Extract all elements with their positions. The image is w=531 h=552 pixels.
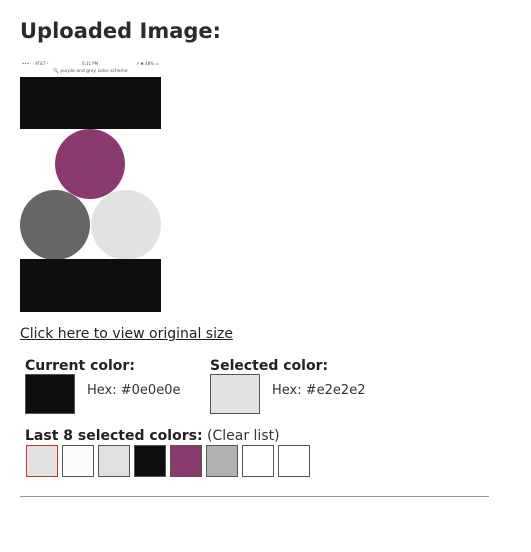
history-swatch[interactable] — [62, 445, 94, 477]
current-hex-value: #0e0e0e — [120, 383, 181, 398]
current-hex: Hex: #0e0e0e — [87, 383, 180, 398]
view-original-size-link[interactable]: Click here to view original size — [20, 326, 233, 342]
selected-hex-label: Hex: — [272, 383, 302, 398]
history-swatch[interactable] — [242, 445, 274, 477]
clear-list-link[interactable]: (Clear list) — [207, 428, 280, 444]
purple-circle — [55, 129, 125, 199]
dark-grey-circle — [20, 190, 90, 260]
current-color-swatch — [25, 374, 75, 414]
last-selected-label: Last 8 selected colors: — [25, 428, 203, 444]
page-heading: Uploaded Image: — [20, 19, 222, 43]
last-selected-row: Last 8 selected colors: (Clear list) — [25, 428, 280, 444]
current-color-label: Current color: — [25, 358, 135, 374]
selected-hex: Hex: #e2e2e2 — [272, 383, 365, 398]
selected-color-label: Selected color: — [210, 358, 329, 374]
selected-color-swatch — [210, 374, 260, 414]
history-swatch[interactable] — [206, 445, 238, 477]
image-top-band — [20, 77, 161, 129]
image-search-text: 🔍 purple and grey color scheme — [53, 69, 128, 74]
image-bottom-band — [20, 259, 161, 312]
history-swatch[interactable] — [170, 445, 202, 477]
light-grey-circle — [91, 190, 161, 260]
history-swatch[interactable] — [98, 445, 130, 477]
selected-hex-value: #e2e2e2 — [305, 383, 366, 398]
uploaded-image[interactable]: •••◦◦ AT&T ᵖ 6:31 PM ↗ ✱ 48% ▭ 🔍 purple … — [20, 61, 161, 312]
current-hex-label: Hex: — [87, 383, 117, 398]
history-swatch[interactable] — [26, 445, 58, 477]
divider — [20, 496, 489, 497]
history-swatch[interactable] — [134, 445, 166, 477]
history-swatch[interactable] — [278, 445, 310, 477]
